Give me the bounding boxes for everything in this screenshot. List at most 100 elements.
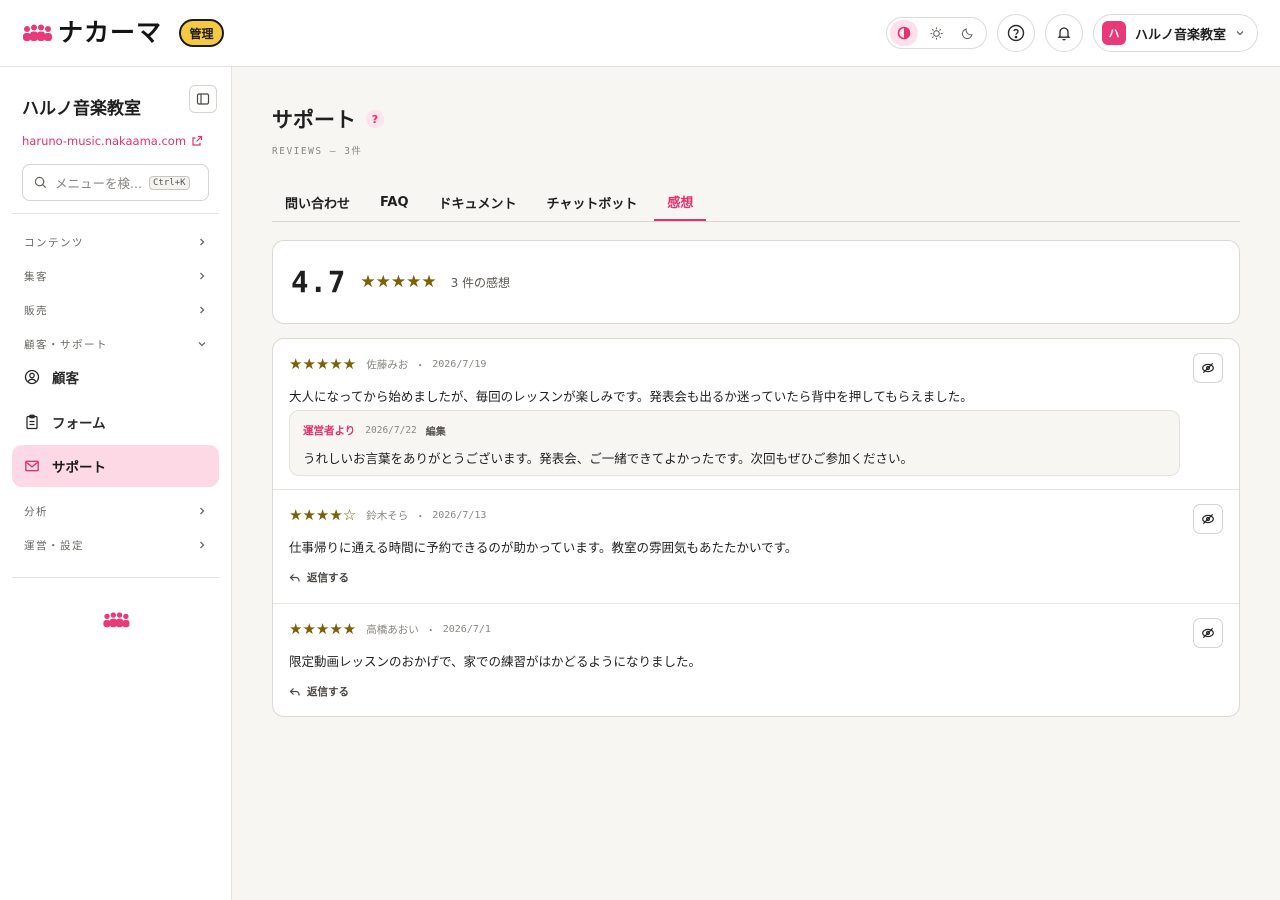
sidebar-item-forms[interactable]: フォーム bbox=[12, 401, 219, 443]
edit-reply-button[interactable]: 編集 bbox=[426, 423, 446, 438]
hide-review-button[interactable] bbox=[1193, 353, 1223, 383]
section-label: 運営・設定 bbox=[24, 539, 84, 552]
admin-badge: 管理 bbox=[179, 19, 224, 47]
review-meta: ★★★★☆ 鈴木そら ・ 2026/7/13 bbox=[289, 506, 486, 524]
reply-button[interactable]: 返信する bbox=[289, 684, 349, 699]
account-menu-button[interactable]: ハ ハルノ音楽教室 bbox=[1093, 14, 1258, 52]
tab-documents[interactable]: ドキュメント bbox=[426, 182, 530, 222]
review-stars: ★★★★★ bbox=[289, 355, 357, 373]
reply-button[interactable]: 返信する bbox=[289, 570, 349, 585]
review-count: 3 件の感想 bbox=[450, 275, 511, 290]
review-item: ★★★★☆ 鈴木そら ・ 2026/7/13 仕事帰りに通える時間に予約できるの… bbox=[273, 490, 1239, 604]
review-meta: ★★★★★ 高橋あおい ・ 2026/7/1 bbox=[289, 620, 491, 638]
sidebar-item-label: フォーム bbox=[52, 416, 106, 432]
top-bar: ナカーマ 管理 ハ ハルノ音楽教室 bbox=[0, 0, 1280, 67]
sidebar-item-label: サポート bbox=[52, 460, 106, 476]
help-button[interactable] bbox=[997, 14, 1035, 52]
section-sales[interactable]: 販売 bbox=[24, 300, 208, 320]
reply-header: 運営者より 2026/7/22 編集 bbox=[303, 423, 446, 438]
chevron-down-icon bbox=[1234, 27, 1246, 39]
clipboard-icon bbox=[24, 414, 40, 430]
section-analytics[interactable]: 分析 bbox=[24, 501, 208, 521]
owner-reply: 運営者より 2026/7/22 編集 うれしいお言葉をありがとうございます。発表… bbox=[289, 410, 1180, 476]
chevron-right-icon bbox=[200, 507, 205, 515]
review-item: ★★★★★ 佐藤みお ・ 2026/7/19 大人になってから始めましたが、毎回… bbox=[273, 339, 1239, 490]
section-contents[interactable]: コンテンツ bbox=[24, 232, 208, 252]
reply-date: 2026/7/22 bbox=[365, 425, 417, 436]
page-title: サポート ? bbox=[272, 104, 384, 134]
review-stars: ★★★★★ bbox=[289, 620, 357, 638]
sun-icon[interactable] bbox=[922, 20, 950, 46]
review-text: 大人になってから始めましたが、毎回のレッスンが楽しみです。発表会も出るか迷ってい… bbox=[289, 389, 973, 404]
section-label: 販売 bbox=[24, 304, 48, 317]
question-circle-icon bbox=[1007, 24, 1025, 42]
contrast-icon[interactable] bbox=[890, 20, 918, 46]
moon-icon[interactable] bbox=[954, 20, 982, 46]
average-stars: ★★★★★ bbox=[360, 272, 437, 292]
people-logo-icon bbox=[23, 24, 52, 41]
menu-search-input[interactable]: メニューを検... Ctrl+K bbox=[22, 164, 209, 201]
sidebar-toggle-icon bbox=[196, 93, 210, 105]
help-mark-icon[interactable]: ? bbox=[366, 110, 384, 128]
review-stars: ★★★★☆ bbox=[289, 506, 357, 524]
section-marketing[interactable]: 集客 bbox=[24, 266, 208, 286]
site-url-link[interactable]: haruno-music.nakaama.com bbox=[22, 134, 203, 148]
reviewer-name: 佐藤みお bbox=[366, 358, 409, 371]
menu-search-placeholder: メニューを検... bbox=[55, 176, 142, 191]
brand-logo[interactable]: ナカーマ bbox=[22, 18, 162, 48]
reply-text: うれしいお言葉をありがとうございます。発表会、ご一緒できてよかったです。次回もぜ… bbox=[303, 451, 914, 466]
section-label: コンテンツ bbox=[24, 236, 84, 249]
hide-review-button[interactable] bbox=[1193, 504, 1223, 534]
chevron-right-icon bbox=[200, 272, 205, 280]
tab-chatbot[interactable]: チャットボット bbox=[534, 182, 651, 222]
section-label: 顧客・サポート bbox=[24, 338, 108, 351]
review-date: 2026/7/13 bbox=[432, 509, 487, 521]
account-avatar: ハ bbox=[1102, 21, 1126, 45]
account-name: ハルノ音楽教室 bbox=[1135, 27, 1227, 43]
average-score: 4.7 bbox=[291, 265, 347, 299]
tab-inquiries[interactable]: 問い合わせ bbox=[272, 182, 363, 222]
sidebar-item-customers[interactable]: 顧客 bbox=[12, 356, 219, 398]
site-url-text: haruno-music.nakaama.com bbox=[22, 134, 187, 148]
support-tabs: 問い合わせ FAQ ドキュメント チャットボット 感想 bbox=[272, 182, 1240, 222]
section-label: 集客 bbox=[24, 270, 48, 283]
reply-author: 運営者より bbox=[303, 425, 356, 437]
review-date: 2026/7/1 bbox=[442, 623, 491, 635]
meta-separator: ・ bbox=[415, 511, 426, 523]
review-text: 仕事帰りに通える時間に予約できるのが助かっています。教室の雰囲気もあたたかいです… bbox=[289, 540, 798, 555]
sidebar-divider bbox=[12, 577, 219, 578]
people-logo-icon bbox=[103, 612, 130, 628]
reviewer-name: 高橋あおい bbox=[366, 623, 419, 636]
reply-arrow-icon bbox=[289, 573, 300, 581]
review-item: ★★★★★ 高橋あおい ・ 2026/7/1 限定動画レッスンのおかげで、家での… bbox=[273, 604, 1239, 716]
notifications-button[interactable] bbox=[1045, 14, 1083, 52]
brand-name: ナカーマ bbox=[58, 18, 163, 47]
section-label: 分析 bbox=[24, 505, 48, 518]
page-title-text: サポート bbox=[272, 108, 356, 132]
school-name: ハルノ音楽教室 bbox=[22, 99, 141, 119]
user-circle-icon bbox=[24, 369, 40, 385]
review-date: 2026/7/19 bbox=[432, 358, 487, 370]
bell-icon bbox=[1057, 27, 1071, 41]
sidebar-collapse-button[interactable] bbox=[189, 85, 217, 113]
sidebar: ハルノ音楽教室 haruno-music.nakaama.com メニューを検.… bbox=[0, 67, 232, 900]
sidebar-item-support[interactable]: サポート bbox=[12, 445, 219, 487]
sidebar-item-label: 顧客 bbox=[52, 371, 79, 387]
tab-faq[interactable]: FAQ bbox=[367, 182, 422, 222]
external-link-icon bbox=[192, 135, 203, 146]
meta-separator: ・ bbox=[425, 625, 436, 637]
rating-summary-card: 4.7 ★★★★★ 3 件の感想 bbox=[272, 240, 1240, 324]
review-list: ★★★★★ 佐藤みお ・ 2026/7/19 大人になってから始めましたが、毎回… bbox=[272, 338, 1240, 717]
theme-switch bbox=[886, 17, 987, 49]
sidebar-divider bbox=[12, 213, 219, 214]
review-text: 限定動画レッスンのおかげで、家での練習がはかどるようになりました。 bbox=[289, 654, 702, 669]
section-customer-support[interactable]: 顧客・サポート bbox=[24, 334, 208, 354]
page-subtitle: REVIEWS — 3件 bbox=[272, 146, 363, 157]
chevron-right-icon bbox=[200, 238, 205, 246]
reviewer-name: 鈴木そら bbox=[366, 509, 409, 522]
section-operations-settings[interactable]: 運営・設定 bbox=[24, 535, 208, 555]
tab-reviews[interactable]: 感想 bbox=[654, 182, 707, 221]
eye-off-icon bbox=[1202, 627, 1214, 639]
hide-review-button[interactable] bbox=[1193, 618, 1223, 648]
eye-off-icon bbox=[1202, 513, 1214, 525]
